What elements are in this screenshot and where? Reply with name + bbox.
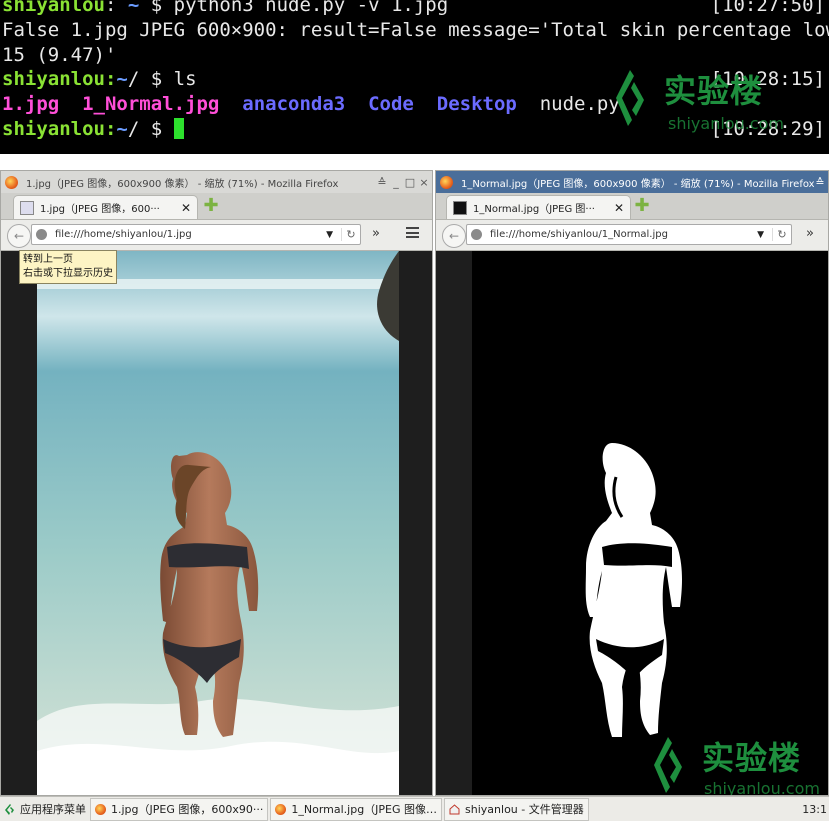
taskbar-item-label: 1.jpg（JPEG 图像，600x90··· [111, 803, 264, 816]
prompt-user: shiyanlou [2, 0, 105, 16]
minimize-button[interactable]: _ [390, 176, 402, 189]
tab-close-icon[interactable]: ✕ [181, 201, 191, 215]
tab-bar: 1.jpg（JPEG 图像，600··· ✕ ✚ [1, 193, 432, 220]
terminal-cursor [173, 118, 184, 139]
watermark-logo: 实验楼 shiyanlou.com [612, 68, 784, 133]
taskbar-item-1jpg[interactable]: 1.jpg（JPEG 图像，600x90··· [90, 797, 269, 821]
maximize-button[interactable]: □ [404, 176, 416, 189]
tab-title: 1.jpg（JPEG 图像，600··· [40, 204, 160, 215]
window-titlebar[interactable]: 1.jpg（JPEG 图像，600x900 像素） - 缩放 (71%) - M… [1, 171, 432, 193]
dropdown-arrow-icon[interactable]: ▼ [757, 230, 764, 240]
watermark-logo: 实验楼 shiyanlou.com [650, 735, 820, 795]
new-tab-icon[interactable]: ✚ [203, 197, 219, 215]
prompt-path: ~ [127, 0, 140, 16]
tab-1jpg[interactable]: 1.jpg（JPEG 图像，600··· ✕ [13, 195, 198, 219]
file-entry: 1.jpg [2, 93, 60, 115]
prompt-path: ~ [116, 118, 128, 140]
taskbar-item-label: shiyanlou - 文件管理器 [465, 803, 584, 816]
prompt-path: ~ [116, 68, 128, 90]
nav-toolbar: ← file:///home/shiyanlou/1_Normal.jpg ▼ … [436, 220, 828, 251]
overflow-chevron-icon[interactable]: » [806, 226, 814, 241]
tab-title: 1_Normal.jpg（JPEG 图··· [473, 204, 595, 215]
app-menu-label: 应用程序菜单 [20, 803, 86, 816]
command-text: ls [173, 68, 197, 90]
image-file-icon [453, 200, 467, 215]
globe-icon [36, 229, 47, 240]
image-file-icon [20, 200, 34, 215]
image-viewport[interactable]: 实验楼 shiyanlou.com [436, 251, 828, 795]
image-viewport[interactable] [1, 251, 432, 795]
shade-button[interactable]: ≙ [814, 176, 826, 189]
firefox-icon [95, 803, 106, 815]
url-bar[interactable]: file:///home/shiyanlou/1_Normal.jpg ▼ ↻ [466, 224, 792, 245]
taskbar: 应用程序菜单 1.jpg（JPEG 图像，600x90··· 1_Normal.… [0, 796, 829, 821]
terminal-line-command: shiyanlou: ~ $ python3 nude.py -v 1.jpg [2, 0, 448, 18]
applications-menu[interactable]: 应用程序菜单 [0, 799, 90, 820]
tab-1-normal-jpg[interactable]: 1_Normal.jpg（JPEG 图··· ✕ [446, 195, 631, 219]
taskbar-item-label: 1_Normal.jpg（JPEG 图像… [291, 803, 438, 816]
shade-button[interactable]: ≙ [376, 176, 388, 189]
beach-photo [1, 251, 432, 795]
taskbar-item-file-manager[interactable]: shiyanlou - 文件管理器 [444, 797, 589, 821]
skin-mask-image [436, 251, 828, 795]
overflow-chevron-icon[interactable]: » [372, 226, 380, 241]
back-button[interactable]: ← [7, 224, 31, 248]
watermark-domain: shiyanlou.com [704, 779, 820, 795]
watermark-domain: shiyanlou.com [668, 114, 784, 133]
watermark-icon [612, 68, 648, 130]
watermark-icon [650, 735, 686, 795]
home-folder-icon [449, 803, 460, 814]
tab-bar: 1_Normal.jpg（JPEG 图··· ✕ ✚ [436, 193, 828, 220]
terminal-output-line: 15 (9.47)' [2, 44, 117, 66]
dir-entry: anaconda3 [242, 93, 346, 115]
tooltip-line: 右击或下拉显示历史 [23, 268, 113, 279]
firefox-window-left[interactable]: 1.jpg（JPEG 图像，600x900 像素） - 缩放 (71%) - M… [0, 170, 433, 796]
watermark-text: 实验楼 [664, 72, 764, 110]
clock[interactable]: 13:1 [802, 803, 829, 816]
file-entry: 1_Normal.jpg [82, 93, 220, 115]
terminal-window[interactable]: shiyanlou: ~ $ python3 nude.py -v 1.jpg … [0, 0, 829, 154]
firefox-icon [440, 175, 453, 189]
reload-icon[interactable]: ↻ [772, 228, 791, 241]
file-entry: nude.py [539, 93, 620, 115]
window-title: 1_Normal.jpg（JPEG 图像，600x900 像素） - 缩放 (7… [461, 178, 814, 190]
back-button[interactable]: ← [442, 224, 466, 248]
prompt-user: shiyanlou [2, 68, 105, 90]
firefox-icon [275, 803, 287, 815]
tab-close-icon[interactable]: ✕ [614, 201, 624, 215]
app-menu-icon [5, 803, 14, 815]
url-text[interactable]: file:///home/shiyanlou/1_Normal.jpg [490, 229, 757, 240]
timestamp: [10:27:50] [710, 0, 825, 16]
new-tab-icon[interactable]: ✚ [634, 197, 650, 215]
firefox-window-right[interactable]: 1_Normal.jpg（JPEG 图像，600x900 像素） - 缩放 (7… [435, 170, 829, 796]
globe-icon [471, 229, 482, 240]
terminal-line-command: shiyanlou:~/ $ ls [2, 68, 197, 90]
close-button[interactable]: × [418, 176, 430, 189]
terminal-line-prompt[interactable]: shiyanlou:~/ $ [2, 117, 184, 142]
nav-toolbar: ← file:///home/shiyanlou/1.jpg ▼ ↻ » [1, 220, 432, 251]
watermark-text: 实验楼 [702, 739, 802, 777]
command-text: python3 nude.py -v 1.jpg [173, 0, 449, 16]
back-button-tooltip: 转到上一页 右击或下拉显示历史 [19, 250, 117, 284]
reload-icon[interactable]: ↻ [341, 228, 360, 241]
url-text[interactable]: file:///home/shiyanlou/1.jpg [55, 229, 326, 240]
dir-entry: Code [368, 93, 414, 115]
url-bar[interactable]: file:///home/shiyanlou/1.jpg ▼ ↻ [31, 224, 361, 245]
firefox-icon [5, 175, 18, 189]
prompt-user: shiyanlou [2, 118, 105, 140]
hamburger-menu-icon[interactable] [406, 227, 419, 238]
terminal-output-line: False 1.jpg JPEG 600×900: result=False m… [2, 19, 829, 41]
ls-output: 1.jpg 1_Normal.jpg anaconda3 Code Deskto… [2, 92, 620, 117]
dropdown-arrow-icon[interactable]: ▼ [326, 230, 333, 240]
window-title: 1.jpg（JPEG 图像，600x900 像素） - 缩放 (71%) - M… [26, 178, 339, 190]
window-titlebar[interactable]: 1_Normal.jpg（JPEG 图像，600x900 像素） - 缩放 (7… [436, 171, 828, 193]
taskbar-item-1-normal[interactable]: 1_Normal.jpg（JPEG 图像… [270, 797, 443, 821]
tooltip-line: 转到上一页 [23, 254, 73, 265]
dir-entry: Desktop [436, 93, 517, 115]
